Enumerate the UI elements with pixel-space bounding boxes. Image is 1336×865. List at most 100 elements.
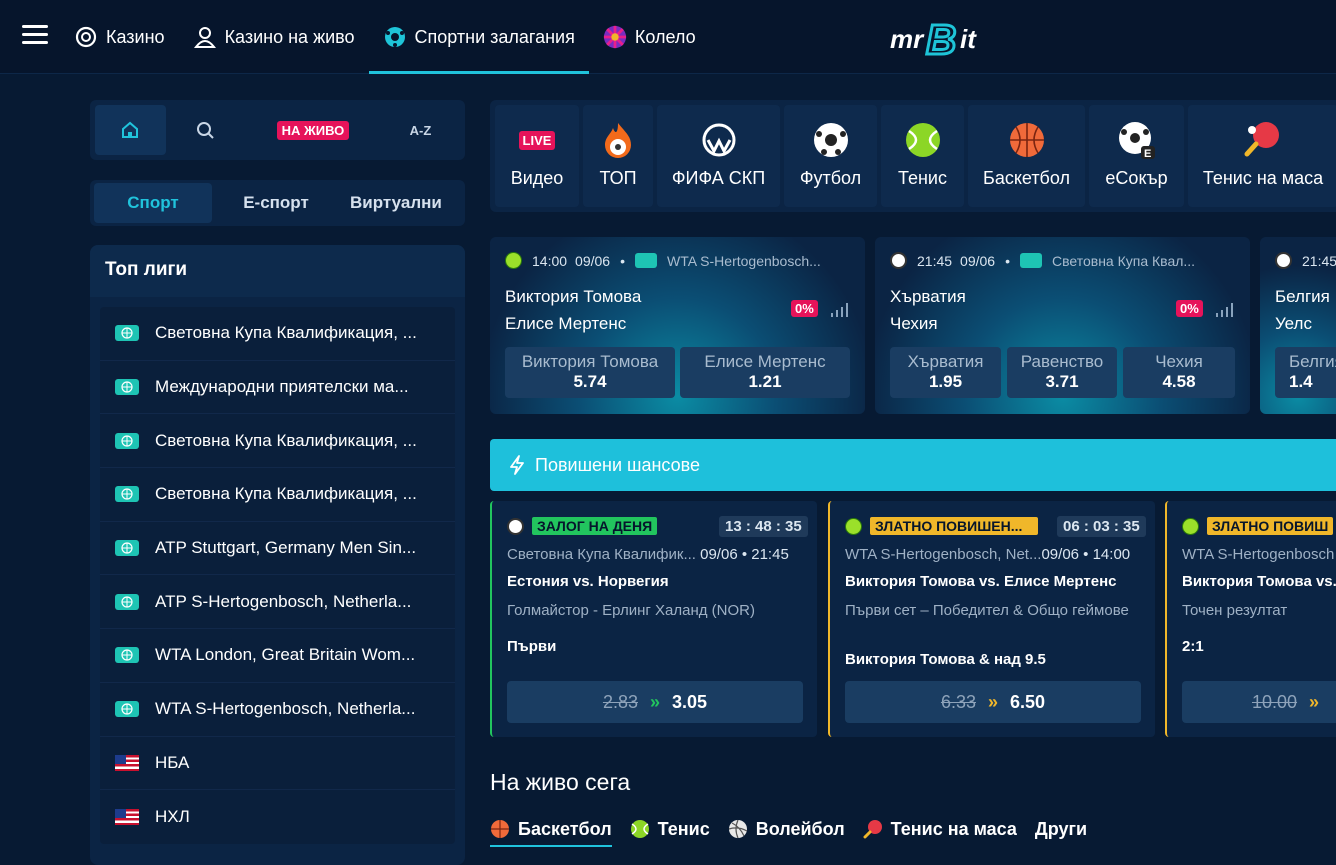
odd-button[interactable]: Белгия 1.4 xyxy=(1275,347,1336,398)
sport-item-basketball[interactable]: Баскетбол xyxy=(968,105,1085,207)
tab-volleyball[interactable]: Волейбол xyxy=(728,814,845,844)
menu-icon[interactable] xyxy=(22,25,48,45)
league-item[interactable]: НХЛ xyxy=(100,790,455,844)
odd-name: Чехия xyxy=(1155,352,1203,371)
boost-odds-button[interactable]: 2.83 » 3.05 xyxy=(507,681,803,723)
league-item[interactable]: ATP Stuttgart, Germany Men Sin... xyxy=(100,522,455,576)
league-item[interactable]: Световна Купа Квалификация, ... xyxy=(100,307,455,361)
globe-icon xyxy=(115,540,139,557)
tab-esport[interactable]: Е-спорт xyxy=(212,183,340,223)
team-away: Чехия xyxy=(890,314,938,333)
boost-card[interactable]: ЗЛАТНО ПОВИШЕН... 06 : 03 : 35 WTA S-Her… xyxy=(828,501,1155,737)
odd-name: Хърватия xyxy=(907,352,984,371)
league-label: Световна Купа Квалификация, ... xyxy=(155,323,417,343)
sport-item-video[interactable]: LIVE Видео xyxy=(495,105,579,207)
odd-name: Равенство xyxy=(1020,352,1104,371)
boost-card[interactable]: ЗАЛОГ НА ДЕНЯ 13 : 48 : 35 Световна Купа… xyxy=(490,501,817,737)
league-item[interactable]: НБА xyxy=(100,737,455,791)
odd-button[interactable]: Елисе Мертенс 1.21 xyxy=(680,347,850,398)
boost-odds-button[interactable]: 10.00 » xyxy=(1182,681,1336,723)
odd-button[interactable]: Чехия 4.58 xyxy=(1123,347,1235,398)
svg-text:mr: mr xyxy=(890,24,925,54)
match-card[interactable]: 21:45 09/06 • Световна Купа Квал... Хърв… xyxy=(875,237,1250,414)
sport-item-table-tennis[interactable]: Тенис на маса xyxy=(1188,105,1336,207)
league-item[interactable]: WTA London, Great Britain Wom... xyxy=(100,629,455,683)
svg-text:B: B xyxy=(926,16,956,62)
sport-item-tennis[interactable]: Тенис xyxy=(881,105,964,207)
az-label: A-Z xyxy=(409,122,432,138)
margin-badge: 0% xyxy=(1176,300,1203,317)
league-label: ATP Stuttgart, Germany Men Sin... xyxy=(155,538,417,558)
boost-match: Естония vs. Норвегия xyxy=(507,573,669,590)
basketball-icon xyxy=(490,819,510,839)
sport-label: ФИФА СКП xyxy=(671,168,766,188)
sport-label: Видео xyxy=(510,168,564,188)
boost-datetime: 09/06 • 14:00 xyxy=(1041,546,1131,563)
fifa-trophy-icon xyxy=(700,120,738,160)
boost-card-header: ЗАЛОГ НА ДЕНЯ xyxy=(507,517,658,535)
league-item[interactable]: Световна Купа Квалификация, ... xyxy=(100,414,455,469)
league-item[interactable]: WTA S-Hertogenbosch, Netherla... xyxy=(100,683,455,737)
nav-item-sports-betting[interactable]: Спортни залагания xyxy=(368,0,590,74)
league-label: Световна Купа Квалификация, ... xyxy=(155,430,417,450)
search-button[interactable] xyxy=(170,105,241,155)
odd-button[interactable]: Хърватия 1.95 xyxy=(890,347,1001,398)
sport-item-esoccer[interactable]: E еСокър xyxy=(1089,105,1184,207)
svg-text:E: E xyxy=(1144,148,1151,160)
volleyball-icon xyxy=(728,819,748,839)
boost-tag: ЗЛАТНО ПОВИШЕН... xyxy=(870,517,1038,535)
mrbit-logo[interactable]: mr B it xyxy=(888,12,1013,65)
league-item[interactable]: Международни приятелски ма... xyxy=(100,361,455,415)
nav-item-live-casino[interactable]: Казино на живо xyxy=(179,0,369,74)
tab-basketball[interactable]: Баскетбол xyxy=(490,814,612,847)
league-item[interactable]: ATP S-Hertogenbosch, Netherla... xyxy=(100,575,455,630)
tab-sport[interactable]: Спорт xyxy=(94,183,212,223)
sport-item-top[interactable]: ТОП xyxy=(583,105,653,207)
tab-table-tennis[interactable]: Тенис на маса xyxy=(863,814,1017,844)
new-odds: 6.50 xyxy=(1010,691,1046,712)
az-button[interactable]: A-Z xyxy=(385,105,456,155)
sport-item-fifa[interactable]: ФИФА СКП xyxy=(657,105,780,207)
league-item[interactable]: Световна Купа Квалификация, ... xyxy=(100,468,455,522)
nav-item-casino[interactable]: Казино xyxy=(60,0,179,74)
match-header: 21:45 xyxy=(1275,252,1336,269)
nav-item-wheel[interactable]: Колело xyxy=(589,0,710,74)
sports-strip: LIVE Видео ТОП ФИФА СКП Футбол Тенис Бас… xyxy=(490,100,1336,212)
tab-tennis[interactable]: Тенис xyxy=(630,814,710,844)
home-button[interactable] xyxy=(95,105,166,155)
double-chevron-icon: » xyxy=(1309,691,1320,712)
match-card[interactable]: 14:00 09/06 • WTA S-Hertogenbosch... Вик… xyxy=(490,237,865,414)
odd-button[interactable]: Равенство 3.71 xyxy=(1007,347,1117,398)
team-home: Хърватия xyxy=(890,287,966,306)
match-card[interactable]: 21:45 Белгия Уелс Белгия 1.4 xyxy=(1260,237,1336,414)
soccer-ball-icon xyxy=(1275,252,1292,269)
league-list: Световна Купа Квалификация, ... Междунар… xyxy=(100,307,455,844)
stats-icon[interactable] xyxy=(831,303,849,317)
tab-other[interactable]: Други xyxy=(1035,814,1087,844)
boost-match: Виктория Томова vs. Елисе Мертенс xyxy=(845,573,1117,590)
odd-value: 1.95 xyxy=(928,372,963,391)
boosted-odds-title: Повишени шансове xyxy=(535,454,700,475)
boost-market: Голмайстор - Ерлинг Халанд (NOR) xyxy=(507,602,755,619)
nav-label: Казино xyxy=(106,26,165,47)
boost-selection: Виктория Томова & над 9.5 xyxy=(845,651,1046,668)
stats-icon[interactable] xyxy=(1216,303,1234,317)
live-dealer-icon xyxy=(193,25,217,49)
live-button[interactable]: НА ЖИВО xyxy=(245,105,381,155)
globe-icon xyxy=(1020,253,1042,268)
odd-button[interactable]: Виктория Томова 5.74 xyxy=(505,347,675,398)
boosted-odds-header[interactable]: Повишени шансове xyxy=(490,439,1336,491)
separator-dot: • xyxy=(1005,252,1010,269)
tab-virtual[interactable]: Виртуални xyxy=(340,183,460,223)
live-video-icon: LIVE xyxy=(518,120,556,160)
soccer-ball-icon xyxy=(812,120,850,160)
boost-selection: 2:1 xyxy=(1182,638,1204,655)
sport-label: Баскетбол xyxy=(983,168,1070,188)
boost-card[interactable]: ЗЛАТНО ПОВИШ WTA S-Hertogenbosch Виктори… xyxy=(1165,501,1336,737)
sport-item-football[interactable]: Футбол xyxy=(784,105,877,207)
boost-odds-button[interactable]: 6.33 » 6.50 xyxy=(845,681,1141,723)
soccer-ball-icon xyxy=(383,25,407,49)
boost-market: Точен резултат xyxy=(1182,602,1288,619)
boost-league-name: WTA S-Hertogenbosch, Net... xyxy=(845,546,1042,563)
match-league: Световна Купа Квал... xyxy=(1052,252,1196,269)
